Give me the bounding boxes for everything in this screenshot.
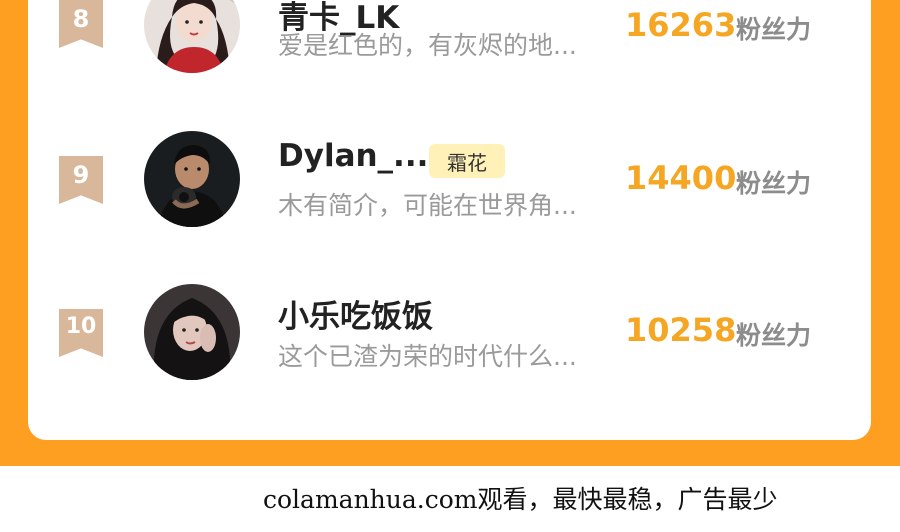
rank-number: 10 [65, 314, 97, 339]
rank-badge: 10 [59, 309, 103, 357]
fan-power-unit: 粉丝力 [736, 169, 812, 198]
rank-badge: 8 [59, 0, 103, 48]
user-name[interactable]: Dylan_... [278, 138, 428, 174]
avatar[interactable] [144, 131, 240, 227]
rank-badge: 9 [59, 156, 103, 204]
user-tag-badge: 霜花 [429, 144, 505, 178]
ranking-row[interactable]: 9 Dylan_... 霜花 木有简介，可能在世界角... 14400 粉丝力 [28, 124, 871, 234]
fan-power-count: 10258 [625, 311, 737, 349]
ranking-card: 8 青卡_LK 爱是红色的，有灰烬的地... 16263 粉丝力 9 Dylan… [28, 0, 871, 440]
fan-power-count: 16263 [625, 6, 737, 44]
fan-power-unit: 粉丝力 [736, 15, 812, 44]
user-name[interactable]: 小乐吃饭饭 [278, 291, 433, 336]
dark-hair-girl-avatar-icon [144, 284, 240, 380]
dark-hoodie-boy-avatar-icon [144, 131, 240, 227]
red-dress-girl-avatar-icon [144, 0, 240, 73]
ranking-row[interactable]: 10 小乐吃饭饭 这个已渣为荣的时代什么... 10258 粉丝力 [28, 277, 871, 387]
fan-power-count: 14400 [625, 159, 737, 197]
avatar[interactable] [144, 0, 240, 73]
user-bio: 木有简介，可能在世界角... [278, 191, 577, 220]
user-bio: 爱是红色的，有灰烬的地... [278, 31, 577, 60]
rank-number: 8 [72, 5, 90, 33]
fan-power-unit: 粉丝力 [736, 321, 812, 350]
watermark-footer-text: colamanhua.com观看，最快最稳，广告最少 [263, 485, 778, 514]
ranking-background: 8 青卡_LK 爱是红色的，有灰烬的地... 16263 粉丝力 9 Dylan… [0, 0, 900, 466]
rank-number: 9 [72, 161, 90, 189]
user-bio: 这个已渣为荣的时代什么... [278, 342, 577, 371]
ranking-row[interactable]: 8 青卡_LK 爱是红色的，有灰烬的地... 16263 粉丝力 [28, 0, 871, 90]
avatar[interactable] [144, 284, 240, 380]
